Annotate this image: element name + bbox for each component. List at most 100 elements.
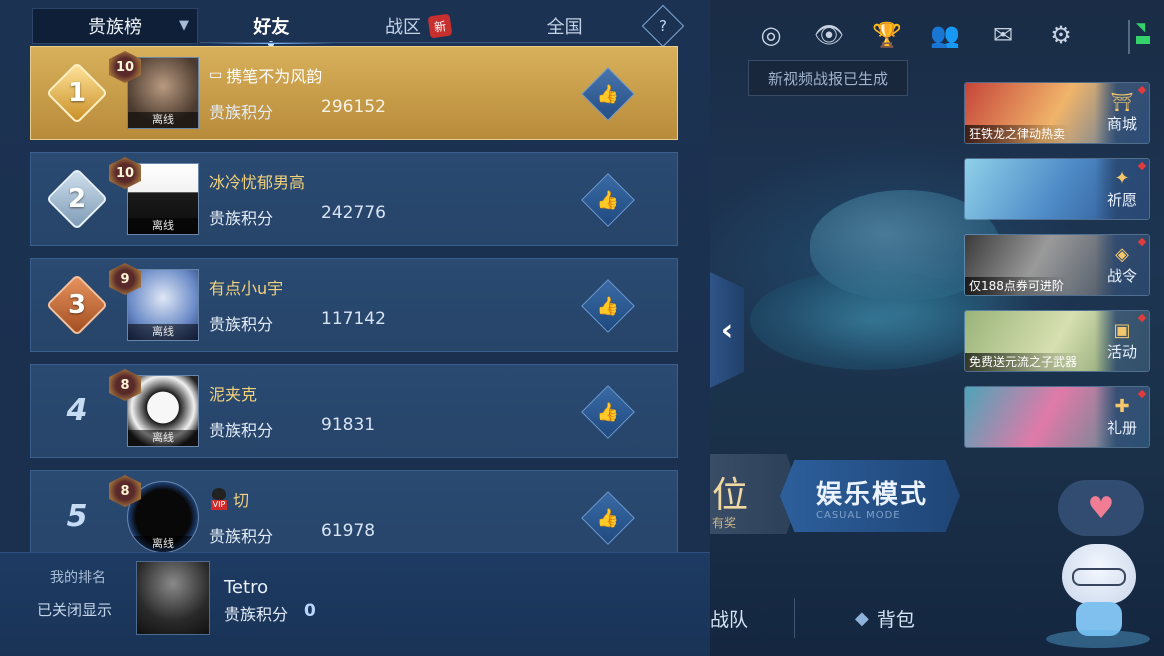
casual-mode-button[interactable]: 娱乐模式 CASUAL MODE [780,460,960,532]
score-label: 贵族积分 [209,315,274,334]
rank-number: 3 [67,290,87,320]
my-score-value: 0 [304,601,316,621]
settings-gear-icon[interactable]: ⚙ [1044,18,1078,52]
leaderboard-tabs: 贵族榜 ▼ 好友 战区 新 全国 ? [32,4,685,48]
player-name: 冰冷忧郁男高 [209,169,305,193]
assistant-mascot[interactable]: ♥ [1040,480,1156,650]
tab-region[interactable]: 战区 新 [345,8,492,44]
like-button[interactable]: 👍 [581,279,635,333]
score-value: 91831 [321,415,376,435]
score-label: 贵族积分 [209,527,274,546]
score-label: 贵族积分 [209,103,274,122]
top-icon-bar: ◎ 👁 🏆 👥 ✉ ⚙ [754,18,1078,52]
chevron-left-icon: ‹ [720,312,734,348]
team-button[interactable]: 战队 [710,605,748,632]
rank-number: 2 [67,184,87,214]
tab-label: 全国 [546,17,583,38]
like-button[interactable]: 👍 [581,491,635,545]
replay-eye-icon[interactable]: 👁 [812,18,846,52]
mascot-base [1046,630,1150,648]
tab-label: 好友 [253,17,290,38]
my-rank-bar: 我的排名 已关闭显示 Tetro 贵族积分 0 [0,552,710,656]
promo-card-label: 商城 [1106,114,1137,133]
promo-card-pass[interactable]: ◈ 战令 仅188点券可进阶 [964,234,1150,296]
new-badge: 新 [427,13,453,39]
rank-number: 5 [66,499,88,534]
promo-card-event[interactable]: ▣ 活动 免费送元流之子武器 [964,310,1150,372]
offline-status: 离线 [128,430,198,446]
mail-icon[interactable]: ✉ [986,18,1020,52]
nobility-leaderboard-panel: 贵族榜 ▼ 好友 战区 新 全国 ? 1 10 离线 ▭ 携笔不为风韵 贵族积分… [0,0,710,656]
tab-national[interactable]: 全国 [491,8,638,44]
offline-status: 离线 [128,324,198,340]
score-label: 贵族积分 [209,421,274,440]
leaderboard-list[interactable]: 1 10 离线 ▭ 携笔不为风韵 贵族积分 296152 👍 2 10 离线 冰… [30,46,678,552]
bottom-nav: 战队 ◆ 背包 [710,598,1030,638]
thumbs-up-icon: 👍 [596,401,620,423]
tab-underline [200,42,640,43]
leaderboard-type-dropdown[interactable]: 贵族榜 ▼ [32,8,198,44]
player-name: 有点小u宇 [209,275,283,299]
like-button[interactable]: 👍 [581,173,635,227]
like-button[interactable]: 👍 [581,385,635,439]
score-value: 117142 [321,309,386,329]
wish-icon: ✦ [1114,167,1130,189]
bag-label: 背包 [876,608,915,631]
promo-card-caption: 免费送元流之子武器 [965,353,1082,371]
player-name-text: 携笔不为风韵 [226,67,323,86]
player-name-text: 泥夹克 [209,385,258,404]
collapse-panel-button[interactable]: ‹ [710,272,744,388]
wifi-icon: ◥ [1136,20,1146,34]
gold-rank-badge: 1 [45,61,109,125]
tab-label: 战区 [385,17,421,38]
score-value: 242776 [321,203,386,223]
mascot-glasses [1072,568,1126,586]
bag-button[interactable]: ◆ 背包 [855,605,915,632]
my-avatar[interactable] [136,561,210,635]
friends-icon[interactable]: 👥 [928,18,962,52]
promo-card-wish[interactable]: ✦ 祈愿 [964,158,1150,220]
score-value: 61978 [321,521,376,541]
promo-card-shop[interactable]: ⛩ 商城 狂铁龙之律动热卖 [964,82,1150,144]
question-icon: ? [659,17,667,35]
ranked-mode-title: 位 [712,475,749,516]
qq-vip-icon: VIP [209,488,229,510]
thumbs-up-icon: 👍 [596,189,620,211]
help-button[interactable]: ? [641,4,685,48]
offline-status: 离线 [128,536,198,552]
my-rank-label: 我的排名 [50,570,106,586]
pass-icon: ◈ [1115,243,1129,265]
leaderboard-row[interactable]: 3 9 离线 有点小u宇 贵族积分 117142 👍 [30,258,678,352]
player-name: VIP 切 [209,487,249,511]
thumbs-up-icon: 👍 [596,295,620,317]
score-value: 296152 [321,97,386,117]
bronze-rank-badge: 3 [45,273,109,337]
rank-number: 4 [66,393,88,428]
leaderboard-row[interactable]: 2 10 离线 冰冷忧郁男高 贵族积分 242776 👍 [30,152,678,246]
casual-mode-title: 娱乐模式 [816,480,929,510]
promo-card-label: 祈愿 [1106,190,1137,209]
gift-book-icon: ✚ [1114,395,1130,417]
score-label: 贵族积分 [209,209,274,228]
player-name: ▭ 携笔不为风韵 [209,63,322,87]
my-rank-status: 已关闭显示 [37,601,113,619]
shop-icon: ⛩ [1110,91,1134,113]
promo-card-label: 活动 [1106,342,1137,361]
radar-icon[interactable]: ◎ [754,18,788,52]
leaderboard-row[interactable]: 5 8 离线 VIP 切 贵族积分 61978 👍 [30,470,678,552]
dropdown-value: 贵族榜 [88,17,142,38]
tab-friends[interactable]: 好友 [198,8,345,47]
like-button[interactable]: 👍 [581,67,635,121]
leaderboard-row[interactable]: 4 8 离线 泥夹克 贵族积分 91831 👍 [30,364,678,458]
thumbs-up-icon: 👍 [596,83,620,105]
video-report-tooltip[interactable]: 新视频战报已生成 [748,60,908,96]
promo-card-gift-book[interactable]: ✚ 礼册 [964,386,1150,448]
divider [794,598,796,638]
trophy-icon[interactable]: 🏆 [870,18,904,52]
silver-rank-badge: 2 [45,167,109,231]
rank-number: 1 [67,78,87,108]
heart-icon: ♥ [1058,480,1144,536]
leaderboard-row[interactable]: 1 10 离线 ▭ 携笔不为风韵 贵族积分 296152 👍 [30,46,678,140]
offline-status: 离线 [128,218,198,234]
bag-icon: ◆ [855,607,869,629]
